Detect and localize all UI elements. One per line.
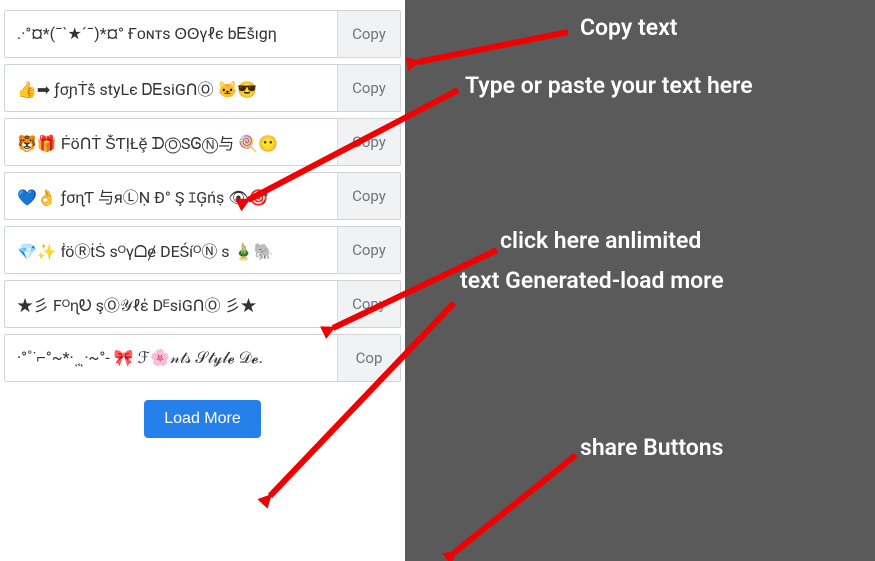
font-row: 👍➡ ƒσɲṪṧ styLє ᎠᎬsiGᑎⓄ 🐱😎Copy (4, 64, 401, 112)
font-generator-panel: .·°¤*(¯`★´¯)*¤° Ғᴏɴтѕ ʘʘүℓє bᎬṧıgηCopy👍➡… (0, 0, 405, 561)
font-style-text[interactable]: ·°˚˙⌐°~*·ͺ͔ͺ·~°- 🎀 ℱ🌸𝓃𝓉𝓈 𝒮𝓉𝓎𝓁𝓮 𝒟𝓮. (5, 335, 338, 381)
font-style-text[interactable]: 💎✨ ḟöⓇṫṠ sᴼүᗝɇ DEŚíᴼⓃ s 🎍🐘 (5, 227, 338, 273)
font-style-text[interactable]: 💙👌 ƒσɳƬ 与яⓁṆ Ð° Ş ｴĢńṣ 👁🎯 (5, 173, 338, 219)
font-row: .·°¤*(¯`★´¯)*¤° Ғᴏɴтѕ ʘʘүℓє bᎬṧıgηCopy (4, 10, 401, 58)
font-row: ★彡 FᴼɳᎧ şⓄ𝒴ℓέ DᴱsiGᑎⓄ 彡★Copy (4, 280, 401, 328)
annotation-type-paste: Type or paste your text here (465, 70, 753, 101)
annotation-share-buttons: share Buttons (580, 432, 723, 463)
copy-button[interactable]: Copy (338, 227, 400, 273)
copy-button[interactable]: Copy (338, 11, 400, 57)
font-row: 💙👌 ƒσɳƬ 与яⓁṆ Ð° Ş ｴĢńṣ 👁🎯Copy (4, 172, 401, 220)
font-row: 💎✨ ḟöⓇṫṠ sᴼүᗝɇ DEŚíᴼⓃ s 🎍🐘Copy (4, 226, 401, 274)
font-style-text[interactable]: ★彡 FᴼɳᎧ şⓄ𝒴ℓέ DᴱsiGᑎⓄ 彡★ (5, 281, 338, 327)
font-style-text[interactable]: 👍➡ ƒσɲṪṧ styLє ᎠᎬsiGᑎⓄ 🐱😎 (5, 65, 338, 111)
font-rows-container: .·°¤*(¯`★´¯)*¤° Ғᴏɴтѕ ʘʘүℓє bᎬṧıgηCopy👍➡… (0, 4, 405, 388)
copy-button[interactable]: Cop (338, 335, 400, 381)
font-style-text[interactable]: 🐯🎁 ḞöᑎṪ ṦƬỊŁḝ ᗪⓄSᎶⓃ与 🍭😶 (5, 119, 338, 165)
annotation-unlimited-line1: click here anlimited (500, 225, 701, 256)
copy-button[interactable]: Copy (338, 281, 400, 327)
font-row: ·°˚˙⌐°~*·ͺ͔ͺ·~°- 🎀 ℱ🌸𝓃𝓉𝓈 𝒮𝓉𝓎𝓁𝓮 𝒟𝓮.Cop (4, 334, 401, 382)
font-style-text[interactable]: .·°¤*(¯`★´¯)*¤° Ғᴏɴтѕ ʘʘүℓє bᎬṧıgη (5, 11, 338, 57)
instructions-panel: Copy text Type or paste your text here c… (405, 0, 875, 561)
annotation-copy-text: Copy text (580, 12, 677, 43)
copy-button[interactable]: Copy (338, 119, 400, 165)
font-row: 🐯🎁 ḞöᑎṪ ṦƬỊŁḝ ᗪⓄSᎶⓃ与 🍭😶Copy (4, 118, 401, 166)
annotation-unlimited-line2: text Generated-load more (460, 265, 724, 296)
load-more-button[interactable]: Load More (144, 400, 261, 438)
copy-button[interactable]: Copy (338, 173, 400, 219)
copy-button[interactable]: Copy (338, 65, 400, 111)
load-more-container: Load More (0, 388, 405, 438)
